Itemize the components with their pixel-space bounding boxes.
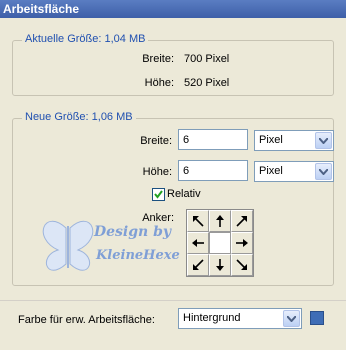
new-height-unit-select[interactable]: Pixel (254, 161, 334, 182)
anchor-top-left[interactable] (187, 210, 209, 232)
extension-color-select[interactable]: Hintergrund (178, 308, 302, 329)
arrow-sw-icon (193, 259, 204, 270)
anchor-top[interactable] (209, 210, 231, 232)
anchor-bottom-left[interactable] (187, 254, 209, 276)
current-width-label: Breite: (142, 53, 174, 65)
new-height-label: Höhe: (142, 166, 172, 178)
arrow-n-icon (216, 215, 224, 227)
divider (0, 300, 346, 301)
extension-color-label: Farbe für erw. Arbeitsfläche: (18, 314, 155, 326)
current-height-label: Höhe: (144, 77, 174, 89)
new-width-input[interactable] (178, 129, 248, 150)
checkmark-icon (154, 190, 163, 199)
current-height-value: 520 Pixel (184, 77, 230, 89)
arrow-e-icon (236, 239, 248, 247)
watermark: Design by KleineHexe (36, 208, 186, 286)
anchor-bottom-right[interactable] (231, 254, 253, 276)
arrow-nw-icon (193, 216, 204, 227)
watermark-line1: Design by (94, 224, 172, 240)
anchor-bottom[interactable] (209, 254, 231, 276)
arrow-ne-icon (236, 216, 247, 227)
arrow-se-icon (236, 259, 247, 270)
new-size-legend: Neue Größe: 1,06 MB (22, 111, 136, 123)
new-width-unit-value: Pixel (259, 134, 283, 146)
new-width-label: Breite: (140, 135, 172, 147)
extension-color-value: Hintergrund (183, 312, 241, 324)
anchor-center[interactable] (209, 232, 231, 254)
anchor-right[interactable] (231, 232, 253, 254)
new-height-unit-value: Pixel (259, 165, 283, 177)
anchor-top-right[interactable] (231, 210, 253, 232)
butterfly-logo-icon (42, 220, 94, 271)
anchor-grid (186, 209, 254, 277)
chevron-down-icon[interactable] (315, 163, 332, 180)
arrow-w-icon (192, 239, 204, 247)
relative-checkbox[interactable] (152, 188, 165, 201)
extension-color-swatch[interactable] (310, 311, 324, 325)
anchor-left[interactable] (187, 232, 209, 254)
new-width-unit-select[interactable]: Pixel (254, 130, 334, 151)
chevron-down-icon[interactable] (283, 310, 300, 327)
new-height-input[interactable] (178, 160, 248, 181)
relative-label[interactable]: Relativ (167, 188, 201, 200)
dialog-title: Arbeitsfläche (0, 0, 346, 18)
watermark-line2: KleineHexe (96, 248, 180, 263)
arrow-s-icon (216, 259, 224, 271)
chevron-down-icon[interactable] (315, 132, 332, 149)
current-width-value: 700 Pixel (184, 53, 230, 65)
current-size-legend: Aktuelle Größe: 1,04 MB (22, 33, 149, 45)
